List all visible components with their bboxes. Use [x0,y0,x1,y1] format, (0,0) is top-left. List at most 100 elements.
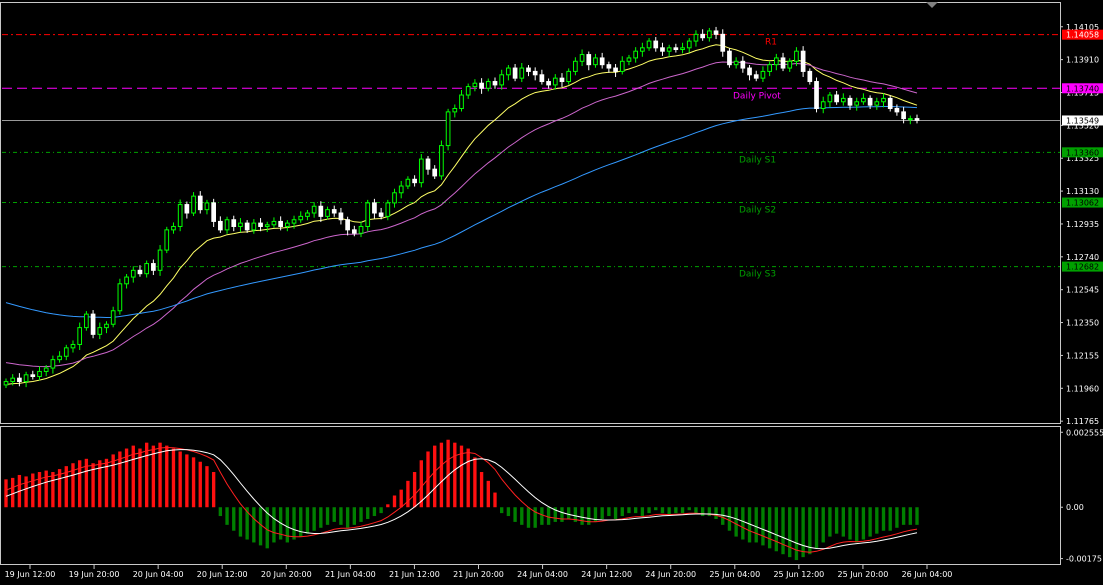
histogram-bar-67 [453,442,457,508]
candle-body-75 [506,67,511,76]
histogram-bar-37 [252,507,256,543]
histogram-bar-7 [51,472,55,508]
candle-body-68 [459,94,464,109]
histogram-bar-24 [165,445,169,508]
candle-body-71 [479,82,484,89]
histogram-bar-115 [774,507,779,552]
candle-body-2 [17,377,22,383]
candle-body-134 [901,111,906,120]
histogram-bar-135 [908,507,912,525]
candle-body-130 [874,101,880,106]
histogram-bar-121 [814,507,819,549]
candle-body-94 [633,50,639,59]
histogram-bar-108 [727,507,732,531]
histogram-bar-27 [185,454,189,508]
ind-tick-label-0: 0.002555 [1066,428,1103,437]
candle-body-28 [191,195,196,214]
histogram-bar-61 [412,472,417,508]
histogram-bar-34 [232,507,236,531]
candle-body-123 [827,94,833,103]
candle-body-65 [439,145,444,177]
candle-body-97 [653,40,659,49]
candle-body-108 [727,50,732,66]
y-tick-label-8: 1.12545 [1066,286,1099,295]
candle-body-72 [485,81,491,89]
level-label-1: Daily Pivot [733,91,781,101]
histogram-bar-96 [647,507,651,514]
histogram-bar-40 [272,507,276,543]
candle-body-3 [23,374,29,383]
x-tick-label-11: 25 Jun 04:00 [709,570,760,579]
histogram-bar-42 [285,507,290,543]
histogram-bar-125 [841,507,845,537]
histogram-bar-127 [855,507,859,543]
histogram-bar-3 [24,476,28,508]
candle-body-52 [351,229,357,234]
histogram-bar-16 [111,454,115,508]
candle-body-84 [566,70,572,83]
level-label-4: Daily S3 [739,270,776,280]
candle-body-19 [130,269,136,278]
candle-body-128 [861,97,866,103]
level-tag-text-2: 1.13360 [1066,148,1099,157]
histogram-bar-33 [225,507,229,525]
candle-body-6 [43,367,49,372]
histogram-bar-79 [533,507,537,528]
candle-body-118 [794,50,799,62]
histogram-bar-32 [218,507,223,517]
candle-body-80 [539,74,545,83]
histogram-bar-122 [821,507,825,543]
histogram-bar-81 [546,507,551,525]
candle-body-59 [398,185,404,194]
candle-body-119 [800,50,806,72]
histogram-bar-64 [433,445,437,508]
candle-body-69 [465,86,471,96]
histogram-bar-35 [238,507,243,537]
candle-body-78 [526,67,531,72]
histogram-bar-133 [895,507,899,528]
candle-body-36 [244,222,250,231]
histogram-bar-21 [144,442,149,508]
level-label-0: R1 [765,38,777,48]
candle-body-39 [264,224,270,227]
candle-body-85 [573,60,578,72]
histogram-bar-48 [325,507,330,525]
histogram-bar-56 [379,507,383,514]
histogram-bar-84 [567,507,571,519]
histogram-bar-51 [345,507,350,528]
candle-body-88 [593,57,598,66]
x-tick-label-9: 24 Jun 12:00 [581,570,632,579]
candle-body-23 [157,249,163,271]
candle-body-57 [385,202,391,217]
x-tick-label-10: 24 Jun 20:00 [645,570,696,579]
candle-body-115 [773,57,779,66]
histogram-bar-86 [580,507,584,525]
candle-body-9 [63,347,69,357]
candle-body-98 [660,47,665,52]
candle-body-34 [231,219,237,227]
candle-body-46 [311,205,317,214]
candle-body-107 [720,33,726,52]
histogram-bar-130 [875,507,879,534]
price-chart[interactable]: R1 Daily Pivot Daily S1 Daily S2 Daily S3 1.… [0,0,1103,585]
histogram-bar-97 [654,507,658,511]
candle-body-73 [492,81,498,86]
candle-body-117 [787,60,793,69]
x-tick-label-8: 24 Jun 04:00 [517,570,568,579]
candle-body-95 [640,47,645,52]
candle-body-93 [626,57,632,62]
histogram-bar-78 [526,507,531,528]
histogram-bar-25 [171,448,176,508]
candle-body-99 [666,47,672,52]
current-price-tag-text: 1.13549 [1066,116,1099,125]
histogram-bar-73 [493,492,497,508]
histogram-bar-72 [486,480,490,508]
candle-body-81 [546,81,551,86]
histogram-bar-104 [700,507,705,517]
candle-body-41 [278,220,283,227]
histogram-bar-106 [714,507,718,519]
candle-body-32 [218,220,223,231]
candle-body-91 [613,67,618,72]
y-tick-label-9: 1.12350 [1066,319,1099,328]
candle-body-113 [760,70,766,79]
